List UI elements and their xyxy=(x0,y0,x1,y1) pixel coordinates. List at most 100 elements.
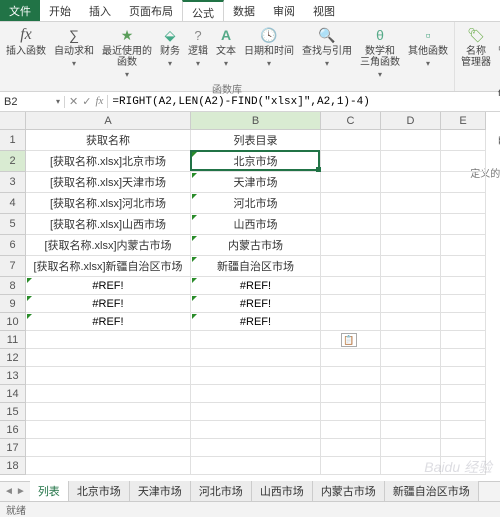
cell-D6[interactable] xyxy=(381,235,441,256)
menu-tab-公式[interactable]: 公式 xyxy=(182,0,224,21)
menu-tab-开始[interactable]: 开始 xyxy=(40,0,80,21)
name-manager-button[interactable]: 🏷 名称 管理器 xyxy=(458,24,494,70)
cell-D8[interactable] xyxy=(381,277,441,295)
row-header[interactable]: 9 xyxy=(0,295,26,313)
row-header[interactable]: 10 xyxy=(0,313,26,331)
row-header[interactable]: 15 xyxy=(0,403,26,421)
cell-C16[interactable] xyxy=(321,421,381,439)
cell-A13[interactable] xyxy=(26,367,191,385)
cell-E3[interactable] xyxy=(441,172,486,193)
autosum-button[interactable]: ∑ 自动求和 ▾ xyxy=(51,24,97,70)
cell-B17[interactable] xyxy=(191,439,321,457)
row-header[interactable]: 5 xyxy=(0,214,26,235)
cell-B13[interactable] xyxy=(191,367,321,385)
cell-C13[interactable] xyxy=(321,367,381,385)
cell-B11[interactable] xyxy=(191,331,321,349)
cell-C14[interactable] xyxy=(321,385,381,403)
cell-A7[interactable]: [获取名称.xlsx]新疆自治区市场 xyxy=(26,256,191,277)
cell-D12[interactable] xyxy=(381,349,441,367)
cell-D3[interactable] xyxy=(381,172,441,193)
cell-B9[interactable]: #REF! xyxy=(191,295,321,313)
sheet-tab[interactable]: 新疆自治区市场 xyxy=(385,481,479,503)
row-header[interactable]: 3 xyxy=(0,172,26,193)
cell-C5[interactable] xyxy=(321,214,381,235)
cell-E5[interactable] xyxy=(441,214,486,235)
cell-E11[interactable] xyxy=(441,331,486,349)
cell-A10[interactable]: #REF! xyxy=(26,313,191,331)
cell-C4[interactable] xyxy=(321,193,381,214)
cell-E16[interactable] xyxy=(441,421,486,439)
logical-button[interactable]: ? 逻辑 ▾ xyxy=(185,24,211,70)
cell-D1[interactable] xyxy=(381,130,441,151)
cell-B4[interactable]: 河北市场 xyxy=(191,193,321,214)
enter-icon[interactable]: ✓ xyxy=(82,95,91,108)
row-header[interactable]: 16 xyxy=(0,421,26,439)
cell-A14[interactable] xyxy=(26,385,191,403)
cell-D5[interactable] xyxy=(381,214,441,235)
cell-C12[interactable] xyxy=(321,349,381,367)
text-button[interactable]: A 文本 ▾ xyxy=(213,24,239,70)
cell-C3[interactable] xyxy=(321,172,381,193)
sheet-tab[interactable]: 列表 xyxy=(30,481,69,503)
cell-E2[interactable] xyxy=(441,151,486,172)
sheet-nav-prev-icon[interactable]: ◄ xyxy=(4,486,14,497)
cell-A16[interactable] xyxy=(26,421,191,439)
more-functions-button[interactable]: ▫ 其他函数 ▾ xyxy=(405,24,451,70)
cell-D10[interactable] xyxy=(381,313,441,331)
financial-button[interactable]: ⬙ 财务 ▾ xyxy=(157,24,183,70)
cell-A2[interactable]: [获取名称.xlsx]北京市场 xyxy=(26,151,191,172)
cell-E8[interactable] xyxy=(441,277,486,295)
menu-tab-视图[interactable]: 视图 xyxy=(304,0,344,21)
menu-tab-审阅[interactable]: 审阅 xyxy=(264,0,304,21)
cell-E12[interactable] xyxy=(441,349,486,367)
cell-B10[interactable]: #REF! xyxy=(191,313,321,331)
sheet-tab[interactable]: 天津市场 xyxy=(130,481,191,503)
chevron-down-icon[interactable]: ▾ xyxy=(56,97,60,106)
cell-E6[interactable] xyxy=(441,235,486,256)
paste-options-icon[interactable]: 📋 xyxy=(341,333,357,347)
cell-E17[interactable] xyxy=(441,439,486,457)
cell-D2[interactable] xyxy=(381,151,441,172)
cell-C2[interactable] xyxy=(321,151,381,172)
cell-D15[interactable] xyxy=(381,403,441,421)
name-box[interactable]: B2 ▾ xyxy=(0,96,65,108)
cell-E10[interactable] xyxy=(441,313,486,331)
cell-C15[interactable] xyxy=(321,403,381,421)
row-header[interactable]: 13 xyxy=(0,367,26,385)
cell-A15[interactable] xyxy=(26,403,191,421)
cell-E18[interactable] xyxy=(441,457,486,475)
cell-D14[interactable] xyxy=(381,385,441,403)
row-header[interactable]: 8 xyxy=(0,277,26,295)
column-header[interactable]: A xyxy=(26,112,191,130)
sheet-nav-next-icon[interactable]: ► xyxy=(16,486,26,497)
select-all-corner[interactable] xyxy=(0,112,26,130)
math-button[interactable]: θ 数学和 三角函数 ▾ xyxy=(357,24,403,81)
sheet-tab[interactable]: 内蒙古市场 xyxy=(313,481,385,503)
spreadsheet-grid[interactable]: ABCDE 123456789101112131415161718 获取名称列表… xyxy=(0,112,500,482)
cell-C6[interactable] xyxy=(321,235,381,256)
cell-B6[interactable]: 内蒙古市场 xyxy=(191,235,321,256)
datetime-button[interactable]: 🕓 日期和时间 ▾ xyxy=(241,24,297,70)
cell-D4[interactable] xyxy=(381,193,441,214)
cell-B5[interactable]: 山西市场 xyxy=(191,214,321,235)
cell-C8[interactable] xyxy=(321,277,381,295)
cell-C1[interactable] xyxy=(321,130,381,151)
cell-D7[interactable] xyxy=(381,256,441,277)
cell-A1[interactable]: 获取名称 xyxy=(26,130,191,151)
row-header[interactable]: 18 xyxy=(0,457,26,475)
row-header[interactable]: 7 xyxy=(0,256,26,277)
column-header[interactable]: B xyxy=(191,112,321,130)
cell-D9[interactable] xyxy=(381,295,441,313)
menu-tab-file[interactable]: 文件 xyxy=(0,0,40,21)
row-header[interactable]: 4 xyxy=(0,193,26,214)
cell-E4[interactable] xyxy=(441,193,486,214)
cell-E14[interactable] xyxy=(441,385,486,403)
lookup-button[interactable]: 🔍 查找与引用 ▾ xyxy=(299,24,355,70)
cell-B18[interactable] xyxy=(191,457,321,475)
column-header[interactable]: C xyxy=(321,112,381,130)
row-header[interactable]: 1 xyxy=(0,130,26,151)
cell-E9[interactable] xyxy=(441,295,486,313)
row-header[interactable]: 6 xyxy=(0,235,26,256)
cell-D11[interactable] xyxy=(381,331,441,349)
cell-D13[interactable] xyxy=(381,367,441,385)
